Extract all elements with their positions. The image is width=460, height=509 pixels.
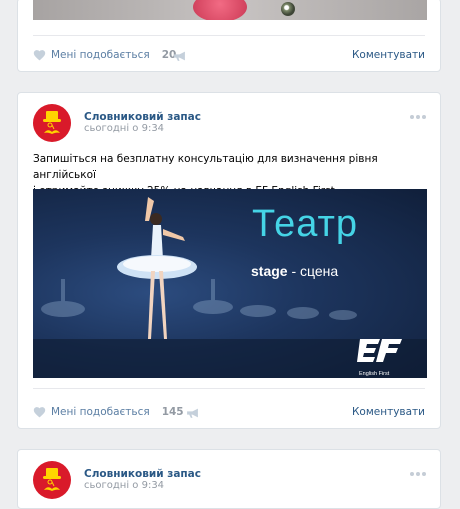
post-author[interactable]: Словниковий запас xyxy=(84,468,201,480)
post-card-3: Словниковий запас сьогодні о 9:34 xyxy=(17,449,441,509)
post-image[interactable] xyxy=(33,0,427,20)
heart-icon xyxy=(33,407,46,418)
megaphone-icon xyxy=(187,408,198,418)
like-label: Мені подобається xyxy=(51,49,150,61)
more-dots-icon[interactable] xyxy=(410,114,426,120)
post-time[interactable]: сьогодні о 9:34 xyxy=(84,123,164,134)
comment-label: Коментувати xyxy=(351,406,425,418)
post-author[interactable]: Словниковий запас xyxy=(84,111,201,123)
post-image[interactable]: English First Театр stage - сцена xyxy=(33,189,427,378)
share-button[interactable] xyxy=(186,403,199,423)
post-card-2: Словниковий запас сьогодні о 9:34 Запиші… xyxy=(17,92,441,429)
like-button[interactable]: Мені подобається 145 xyxy=(33,402,184,422)
like-button[interactable]: Мені подобається 20 xyxy=(33,45,176,65)
heart-icon xyxy=(33,50,46,61)
hat-mustache-logo-icon xyxy=(43,468,61,491)
post-divider xyxy=(33,35,425,36)
image-word: Театр xyxy=(252,203,359,245)
avatar[interactable] xyxy=(33,461,71,499)
like-label: Мені подобається xyxy=(51,406,150,418)
post-divider xyxy=(33,388,425,389)
megaphone-icon xyxy=(174,51,185,61)
comment-label: Коментувати xyxy=(351,49,425,61)
post-time[interactable]: сьогодні о 9:34 xyxy=(84,480,164,491)
brand-caption: English First xyxy=(359,371,390,377)
like-count: 145 xyxy=(161,406,184,418)
hat-mustache-logo-icon xyxy=(43,111,61,134)
post-card-1: Мені подобається 20 Коментувати xyxy=(17,0,441,72)
comment-button[interactable]: Коментувати xyxy=(352,45,425,65)
image-translation: stage - сцена xyxy=(251,263,339,279)
more-dots-icon[interactable] xyxy=(410,471,426,477)
avatar[interactable] xyxy=(33,104,71,142)
comment-button[interactable]: Коментувати xyxy=(352,402,425,422)
share-button[interactable] xyxy=(173,46,186,66)
